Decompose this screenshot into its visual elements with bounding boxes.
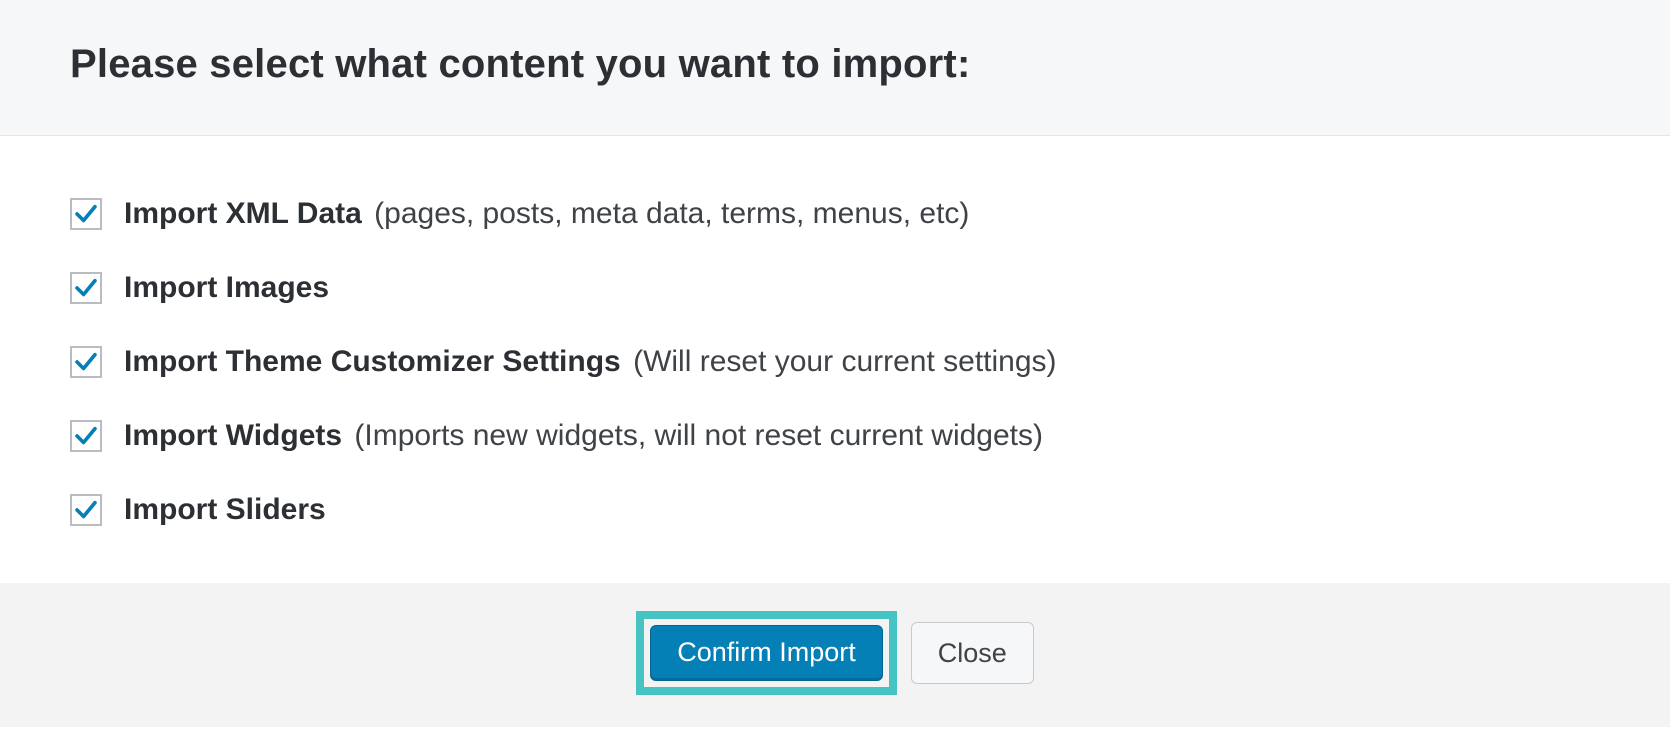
check-icon (73, 201, 99, 227)
option-customizer: Import Theme Customizer Settings (Will r… (70, 344, 1600, 380)
import-options-list: Import XML Data (pages, posts, meta data… (0, 136, 1670, 583)
checkbox-sliders[interactable] (70, 494, 102, 526)
option-label-text: Import XML Data (124, 197, 362, 230)
checkbox-customizer[interactable] (70, 346, 102, 378)
option-sliders: Import Sliders (70, 492, 1600, 528)
option-label-text: Import Images (124, 271, 329, 304)
close-button[interactable]: Close (911, 622, 1034, 684)
option-hint-text: (Imports new widgets, will not reset cur… (354, 419, 1043, 452)
option-label-text: Import Theme Customizer Settings (124, 345, 621, 378)
checkbox-images[interactable] (70, 272, 102, 304)
option-label-text: Import Sliders (124, 493, 326, 526)
checkbox-xml-data[interactable] (70, 198, 102, 230)
footer-buttons: Confirm Import Close (636, 611, 1034, 695)
check-icon (73, 423, 99, 449)
dialog-header: Please select what content you want to i… (0, 0, 1670, 136)
option-images: Import Images (70, 270, 1600, 306)
option-label: Import Widgets (Imports new widgets, wil… (124, 418, 1043, 454)
dialog-title: Please select what content you want to i… (70, 42, 1600, 87)
confirm-highlight: Confirm Import (636, 611, 897, 695)
option-label-text: Import Widgets (124, 419, 342, 452)
option-hint-text: (Will reset your current settings) (633, 345, 1056, 378)
option-label: Import Images (124, 270, 333, 306)
check-icon (73, 497, 99, 523)
option-hint-text: (pages, posts, meta data, terms, menus, … (374, 197, 969, 230)
option-label: Import Theme Customizer Settings (Will r… (124, 344, 1057, 380)
option-widgets: Import Widgets (Imports new widgets, wil… (70, 418, 1600, 454)
confirm-import-button[interactable]: Confirm Import (650, 625, 883, 681)
option-xml-data: Import XML Data (pages, posts, meta data… (70, 196, 1600, 232)
check-icon (73, 275, 99, 301)
option-label: Import XML Data (pages, posts, meta data… (124, 196, 969, 232)
checkbox-widgets[interactable] (70, 420, 102, 452)
check-icon (73, 349, 99, 375)
dialog-footer: Confirm Import Close (0, 583, 1670, 727)
option-label: Import Sliders (124, 492, 330, 528)
